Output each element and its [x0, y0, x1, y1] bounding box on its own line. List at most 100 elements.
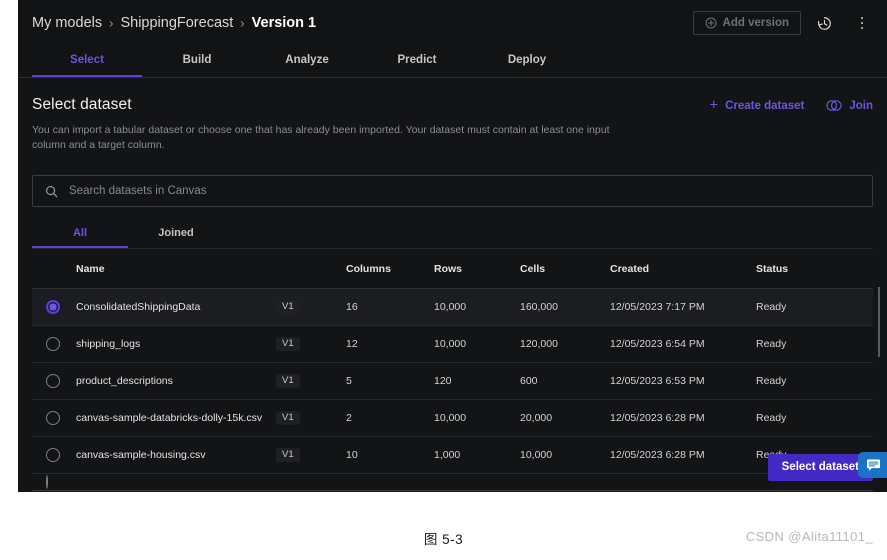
column-header-version	[276, 249, 346, 289]
subtab-joined-label: Joined	[158, 227, 194, 239]
dataset-name[interactable]: shipping_logs	[76, 338, 276, 350]
row-rows-cell: 10,000	[434, 325, 520, 363]
top-bar: My models › ShippingForecast › Version 1…	[18, 0, 887, 46]
row-name-cell: ConsolidatedShippingData	[76, 288, 276, 326]
join-label: Join	[849, 99, 873, 112]
subtab-all-label: All	[72, 227, 88, 239]
tab-select-label: Select	[70, 54, 104, 66]
dataset-radio-selected[interactable]	[46, 300, 60, 314]
panel-header: Select dataset You can import a tabular …	[32, 78, 873, 153]
chat-bubble-icon	[866, 458, 881, 472]
table-scrollbar[interactable]	[878, 287, 881, 477]
row-version-cell: V1	[276, 362, 346, 400]
breadcrumb-item-my-models[interactable]: My models	[32, 15, 102, 31]
csdn-watermark: CSDN @Alita11101_	[745, 529, 873, 544]
row-cells-cell: 20,000	[520, 399, 610, 437]
row-cells-cell: 600	[520, 362, 610, 400]
dataset-radio[interactable]	[46, 337, 60, 351]
row-columns-cell: 16	[346, 288, 434, 326]
dataset-table-head: Name Columns Rows Cells Created Status	[32, 249, 873, 289]
row-columns-cell: 2	[346, 399, 434, 437]
row-created-cell: 12/05/2023 7:17 PM	[610, 288, 756, 326]
dataset-radio[interactable]	[46, 411, 60, 425]
table-row[interactable]: product_descriptions V1 5 120 600 12/05/…	[32, 362, 873, 400]
search-input[interactable]	[58, 175, 872, 207]
row-cells-cell: 160,000	[520, 288, 610, 326]
row-select-cell[interactable]	[32, 288, 76, 326]
tab-build-label: Build	[182, 54, 212, 66]
row-rows-cell: 10,000	[434, 288, 520, 326]
more-options-button[interactable]	[847, 8, 877, 38]
row-select-cell[interactable]	[32, 362, 76, 400]
tab-analyze[interactable]: Analyze	[252, 46, 362, 77]
breadcrumb-separator-icon: ›	[109, 15, 114, 30]
tab-select[interactable]: Select	[32, 46, 142, 77]
version-history-button[interactable]	[809, 8, 839, 38]
dataset-radio[interactable]	[46, 374, 60, 388]
dataset-name[interactable]: canvas-sample-databricks-dolly-15k.csv	[76, 412, 276, 424]
tab-deploy[interactable]: Deploy	[472, 46, 582, 77]
tab-deploy-label: Deploy	[507, 54, 547, 66]
status-badge: Ready	[756, 399, 873, 437]
version-badge: V1	[276, 336, 300, 352]
row-created-cell: 12/05/2023 6:53 PM	[610, 362, 756, 400]
dataset-name[interactable]: ConsolidatedShippingData	[76, 301, 276, 313]
tab-analyze-label: Analyze	[285, 54, 329, 66]
table-row[interactable]: ConsolidatedShippingData V1 16 10,000 16…	[32, 288, 873, 326]
select-dataset-panel: Select dataset You can import a tabular …	[18, 78, 887, 492]
plus-icon: +	[709, 96, 719, 114]
tab-build[interactable]: Build	[142, 46, 252, 77]
panel-header-actions: + Create dataset Join	[709, 98, 873, 113]
row-version-cell: V1	[276, 288, 346, 326]
subtab-all[interactable]: All	[32, 221, 128, 248]
create-dataset-label: Create dataset	[725, 99, 805, 112]
status-badge: Ready	[756, 288, 873, 326]
breadcrumb-item-version-1: Version 1	[251, 15, 317, 31]
figure-root: My models › ShippingForecast › Version 1…	[0, 0, 887, 560]
version-badge: V1	[276, 410, 300, 426]
search-bar[interactable]	[32, 175, 873, 207]
table-scrollbar-thumb[interactable]	[878, 287, 880, 357]
history-clock-icon	[816, 15, 833, 32]
tab-predict[interactable]: Predict	[362, 46, 472, 77]
top-bar-actions: Add version	[692, 0, 877, 46]
version-badge: V1	[276, 373, 300, 389]
column-header-rows: Rows	[434, 249, 520, 289]
column-header-select	[32, 249, 76, 289]
row-created-cell: 12/05/2023 6:28 PM	[610, 399, 756, 437]
row-name-cell: product_descriptions	[76, 362, 276, 400]
app-window: My models › ShippingForecast › Version 1…	[18, 0, 887, 492]
row-columns-cell: 12	[346, 325, 434, 363]
chat-launcher-button[interactable]	[858, 452, 887, 478]
search-icon	[45, 185, 58, 198]
subtab-joined[interactable]: Joined	[128, 221, 224, 248]
create-dataset-button[interactable]: + Create dataset	[709, 98, 804, 113]
add-version-button[interactable]: Add version	[692, 11, 801, 35]
row-created-cell: 12/05/2023 6:54 PM	[610, 325, 756, 363]
table-row[interactable]: canvas-sample-databricks-dolly-15k.csv V…	[32, 399, 873, 437]
column-header-cells: Cells	[520, 249, 610, 289]
panel-footer: Select dataset	[32, 442, 873, 492]
breadcrumb: My models › ShippingForecast › Version 1	[32, 15, 316, 31]
version-badge: V1	[276, 299, 300, 315]
join-button[interactable]: Join	[826, 99, 873, 112]
row-version-cell: V1	[276, 325, 346, 363]
row-cells-cell: 120,000	[520, 325, 610, 363]
row-select-cell[interactable]	[32, 399, 76, 437]
column-header-name: Name	[76, 249, 276, 289]
row-columns-cell: 5	[346, 362, 434, 400]
tab-predict-label: Predict	[397, 54, 437, 66]
table-row[interactable]: shipping_logs V1 12 10,000 120,000 12/05…	[32, 325, 873, 363]
panel-description: You can import a tabular dataset or choo…	[32, 124, 610, 151]
status-badge: Ready	[756, 325, 873, 363]
row-select-cell[interactable]	[32, 325, 76, 363]
table-header-row: Name Columns Rows Cells Created Status	[32, 249, 873, 289]
column-header-columns: Columns	[346, 249, 434, 289]
column-header-created: Created	[610, 249, 756, 289]
add-version-label: Add version	[722, 17, 789, 29]
breadcrumb-item-shippingforecast[interactable]: ShippingForecast	[120, 15, 233, 31]
row-name-cell: canvas-sample-databricks-dolly-15k.csv	[76, 399, 276, 437]
breadcrumb-separator-icon: ›	[240, 15, 245, 30]
row-name-cell: shipping_logs	[76, 325, 276, 363]
dataset-name[interactable]: product_descriptions	[76, 375, 276, 387]
